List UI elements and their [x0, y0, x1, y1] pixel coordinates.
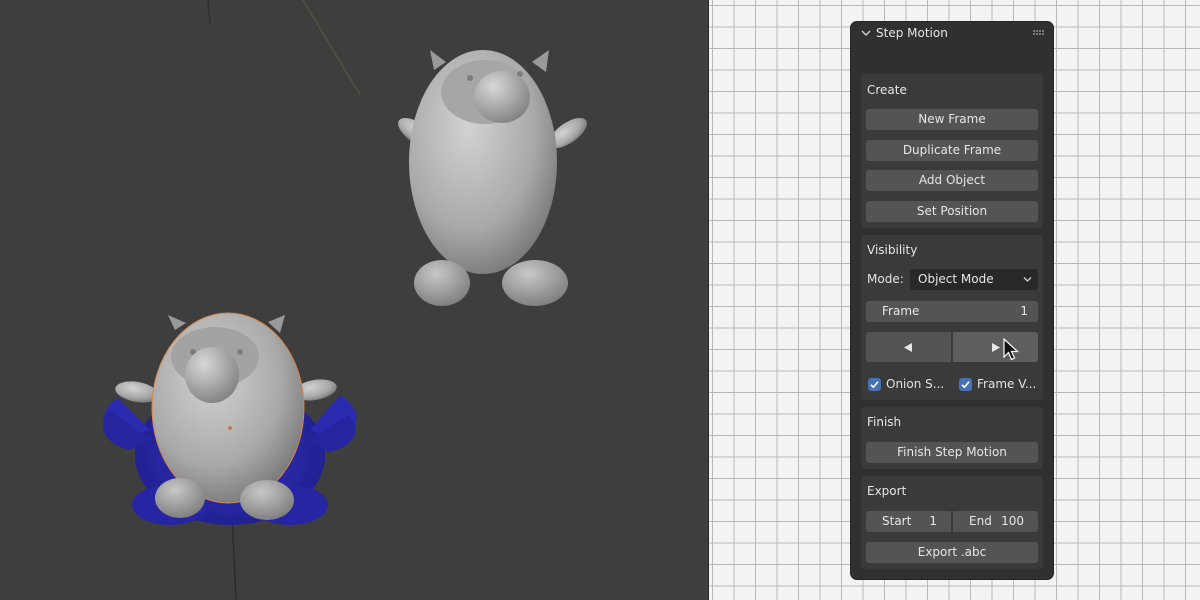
visibility-title: Visibility [867, 243, 918, 257]
onion-skin-check-box[interactable] [868, 378, 881, 391]
new-frame-button[interactable]: New Frame [866, 109, 1038, 130]
viewport-scene [102, 0, 592, 600]
mode-value: Object Mode [918, 272, 994, 286]
3d-viewport[interactable] [0, 0, 708, 600]
onion-skin-checkbox[interactable]: Onion S... [868, 377, 948, 393]
chevron-down-icon [1023, 277, 1032, 282]
checkmark-icon [870, 381, 879, 389]
export-start-field[interactable]: Start 1 [866, 511, 951, 532]
mode-dropdown[interactable]: Object Mode [910, 269, 1038, 290]
export-section: Export Start 1 End 100 Export .abc [861, 476, 1043, 569]
end-label: End [969, 514, 992, 528]
create-section: Create New Frame Duplicate Frame Add Obj… [861, 74, 1043, 228]
character-bottom-selected[interactable] [102, 312, 357, 525]
end-value: 100 [1001, 514, 1024, 528]
panel-header[interactable]: Step Motion [851, 22, 1053, 46]
onion-skin-label: Onion S... [886, 377, 945, 391]
mode-label: Mode: [867, 272, 904, 286]
start-label: Start [882, 514, 912, 528]
frame-visibility-check-box[interactable] [959, 378, 972, 391]
frame-field[interactable]: Frame 1 [866, 301, 1038, 322]
drag-grip-icon[interactable] [1033, 30, 1045, 36]
finish-section: Finish Finish Step Motion [861, 407, 1043, 469]
frame-visibility-checkbox[interactable]: Frame V... [959, 377, 1039, 393]
export-end-field[interactable]: End 100 [953, 511, 1038, 532]
finish-title: Finish [867, 415, 902, 429]
frame-value: 1 [1020, 304, 1028, 318]
triangle-right-icon [992, 343, 1000, 352]
panel-title: Step Motion [876, 26, 948, 40]
character-top[interactable] [393, 50, 592, 306]
prev-frame-button[interactable] [866, 332, 951, 362]
mouse-cursor-icon [1003, 338, 1019, 361]
frame-visibility-label: Frame V... [977, 377, 1037, 391]
export-abc-button[interactable]: Export .abc [866, 542, 1038, 563]
export-title: Export [867, 484, 907, 498]
set-position-button[interactable]: Set Position [866, 201, 1038, 222]
duplicate-frame-button[interactable]: Duplicate Frame [866, 140, 1038, 161]
create-title: Create [867, 83, 907, 97]
step-motion-panel: Step Motion Create New Frame Duplicate F… [851, 22, 1053, 579]
visibility-section: Visibility Mode: Object Mode Frame 1 Oni… [861, 235, 1043, 400]
add-object-button[interactable]: Add Object [866, 170, 1038, 191]
triangle-left-icon [904, 343, 912, 352]
next-frame-button[interactable] [953, 332, 1038, 362]
start-value: 1 [929, 514, 937, 528]
frame-label: Frame [882, 304, 920, 318]
chevron-down-icon[interactable] [861, 28, 871, 38]
finish-step-motion-button[interactable]: Finish Step Motion [866, 442, 1038, 463]
checkmark-icon [961, 381, 970, 389]
